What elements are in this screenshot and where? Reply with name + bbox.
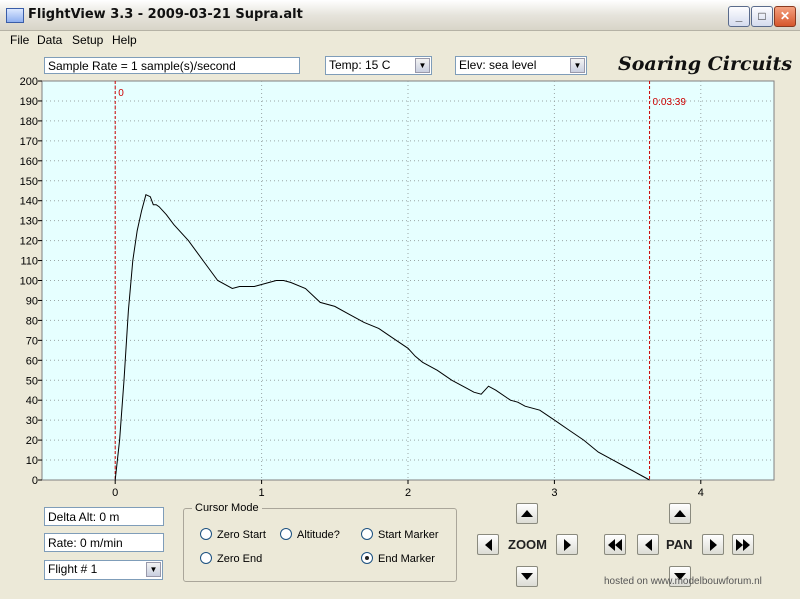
y-tick-label: 170 [20, 136, 38, 148]
radio-end-marker[interactable]: End Marker [361, 552, 435, 565]
menu-file[interactable]: File [10, 33, 29, 47]
arrow-up-icon [521, 510, 533, 517]
chevron-down-icon[interactable]: ▼ [415, 58, 430, 73]
x-tick-label: 2 [405, 487, 411, 496]
y-tick-label: 10 [26, 455, 38, 467]
radio-label: Zero End [217, 553, 263, 565]
y-tick-label: 130 [20, 216, 38, 228]
radio-icon[interactable] [200, 552, 212, 564]
y-tick-label: 20 [26, 435, 38, 447]
arrow-left-icon [484, 538, 492, 551]
arrow-right-icon [709, 538, 717, 551]
zoom-up-button[interactable] [516, 503, 538, 524]
x-tick-label: 1 [259, 487, 265, 496]
y-tick-label: 30 [26, 415, 38, 427]
y-tick-label: 90 [26, 295, 38, 307]
maximize-button[interactable]: □ [751, 6, 773, 27]
sample-rate-field: Sample Rate = 1 sample(s)/second [44, 57, 300, 74]
menu-setup[interactable]: Setup [72, 33, 103, 47]
cursor-mode-title: Cursor Mode [192, 502, 262, 514]
elevation-select[interactable]: Elev: sea level ▼ [455, 56, 587, 75]
y-tick-label: 110 [20, 256, 38, 268]
chevron-down-icon[interactable]: ▼ [570, 58, 585, 73]
radio-icon[interactable] [361, 528, 373, 540]
radio-label: Start Marker [378, 529, 439, 541]
pan-label: PAN [666, 537, 693, 552]
double-arrow-left-icon [608, 538, 615, 551]
pan-left-button[interactable] [637, 534, 659, 555]
menu-help[interactable]: Help [112, 33, 137, 47]
arrow-left-icon [644, 538, 652, 551]
x-tick-label: 3 [551, 487, 557, 496]
radio-start-marker[interactable]: Start Marker [361, 528, 439, 541]
zoom-out-button[interactable] [477, 534, 499, 555]
end-marker-label: 0:03:39 [653, 97, 687, 108]
zoom-down-button[interactable] [516, 566, 538, 587]
window-title: FlightView 3.3 - 2009-03-21 Supra.alt [28, 7, 303, 22]
pan-right-button[interactable] [702, 534, 724, 555]
y-tick-label: 200 [20, 76, 38, 88]
radio-label: Zero Start [217, 529, 266, 541]
radio-zero-end[interactable]: Zero End [200, 552, 262, 565]
double-arrow-right-icon-part [743, 538, 750, 551]
arrow-down-icon [521, 573, 533, 580]
title-bar: FlightView 3.3 - 2009-03-21 Supra.alt _ … [0, 0, 800, 31]
y-tick-label: 140 [20, 196, 38, 208]
plot-area [41, 80, 775, 481]
arrow-right-icon [563, 538, 571, 551]
radio-label: Altitude? [297, 529, 340, 541]
y-tick-label: 120 [20, 236, 38, 248]
arrow-up-icon [674, 510, 686, 517]
elevation-value: Elev: sea level [459, 58, 537, 72]
radio-zero-start[interactable]: Zero Start [200, 528, 266, 541]
y-tick-label: 0 [32, 475, 38, 487]
x-tick-label: 0 [112, 487, 118, 496]
y-tick-label: 190 [20, 96, 38, 108]
close-button[interactable]: ✕ [774, 6, 796, 27]
zoom-in-button[interactable] [556, 534, 578, 555]
y-tick-label: 150 [20, 176, 38, 188]
minimize-button[interactable]: _ [728, 6, 750, 27]
chevron-down-icon[interactable]: ▼ [146, 562, 161, 577]
radio-label: End Marker [378, 553, 435, 565]
flight-value: Flight # 1 [48, 562, 98, 576]
brand-logo: Soaring Circuits [618, 53, 793, 75]
temp-select[interactable]: Temp: 15 C ▼ [325, 56, 432, 75]
radio-icon[interactable] [280, 528, 292, 540]
y-tick-label: 60 [26, 355, 38, 367]
y-tick-label: 80 [26, 315, 38, 327]
y-tick-label: 70 [26, 335, 38, 347]
menu-bar: File Data Setup Help [0, 30, 800, 50]
double-arrow-left-icon-part [615, 538, 622, 551]
app-icon [6, 8, 24, 23]
y-tick-label: 160 [20, 156, 38, 168]
y-tick-label: 50 [26, 375, 38, 387]
x-tick-label: 4 [698, 487, 704, 496]
temp-value: Temp: 15 C [329, 58, 391, 72]
altitude-chart[interactable]: 0102030405060708090100110120130140150160… [0, 76, 800, 496]
radio-altitude[interactable]: Altitude? [280, 528, 340, 541]
zoom-label: ZOOM [508, 537, 547, 552]
menu-data[interactable]: Data [37, 33, 62, 47]
pan-far-left-button[interactable] [604, 534, 626, 555]
cursor-mode-group [183, 508, 457, 582]
y-tick-label: 180 [20, 116, 38, 128]
flight-select[interactable]: Flight # 1 ▼ [44, 560, 163, 580]
y-tick-label: 40 [26, 395, 38, 407]
radio-selected-icon[interactable] [361, 552, 373, 564]
y-tick-label: 100 [20, 276, 38, 288]
start-marker-label: 0 [118, 88, 124, 99]
watermark: hosted on www.modelbouwforum.nl [604, 576, 762, 587]
radio-icon[interactable] [200, 528, 212, 540]
delta-alt-field: Delta Alt: 0 m [44, 507, 164, 526]
pan-far-right-button[interactable] [732, 534, 754, 555]
pan-up-button[interactable] [669, 503, 691, 524]
rate-field: Rate: 0 m/min [44, 533, 164, 552]
double-arrow-right-icon [736, 538, 743, 551]
